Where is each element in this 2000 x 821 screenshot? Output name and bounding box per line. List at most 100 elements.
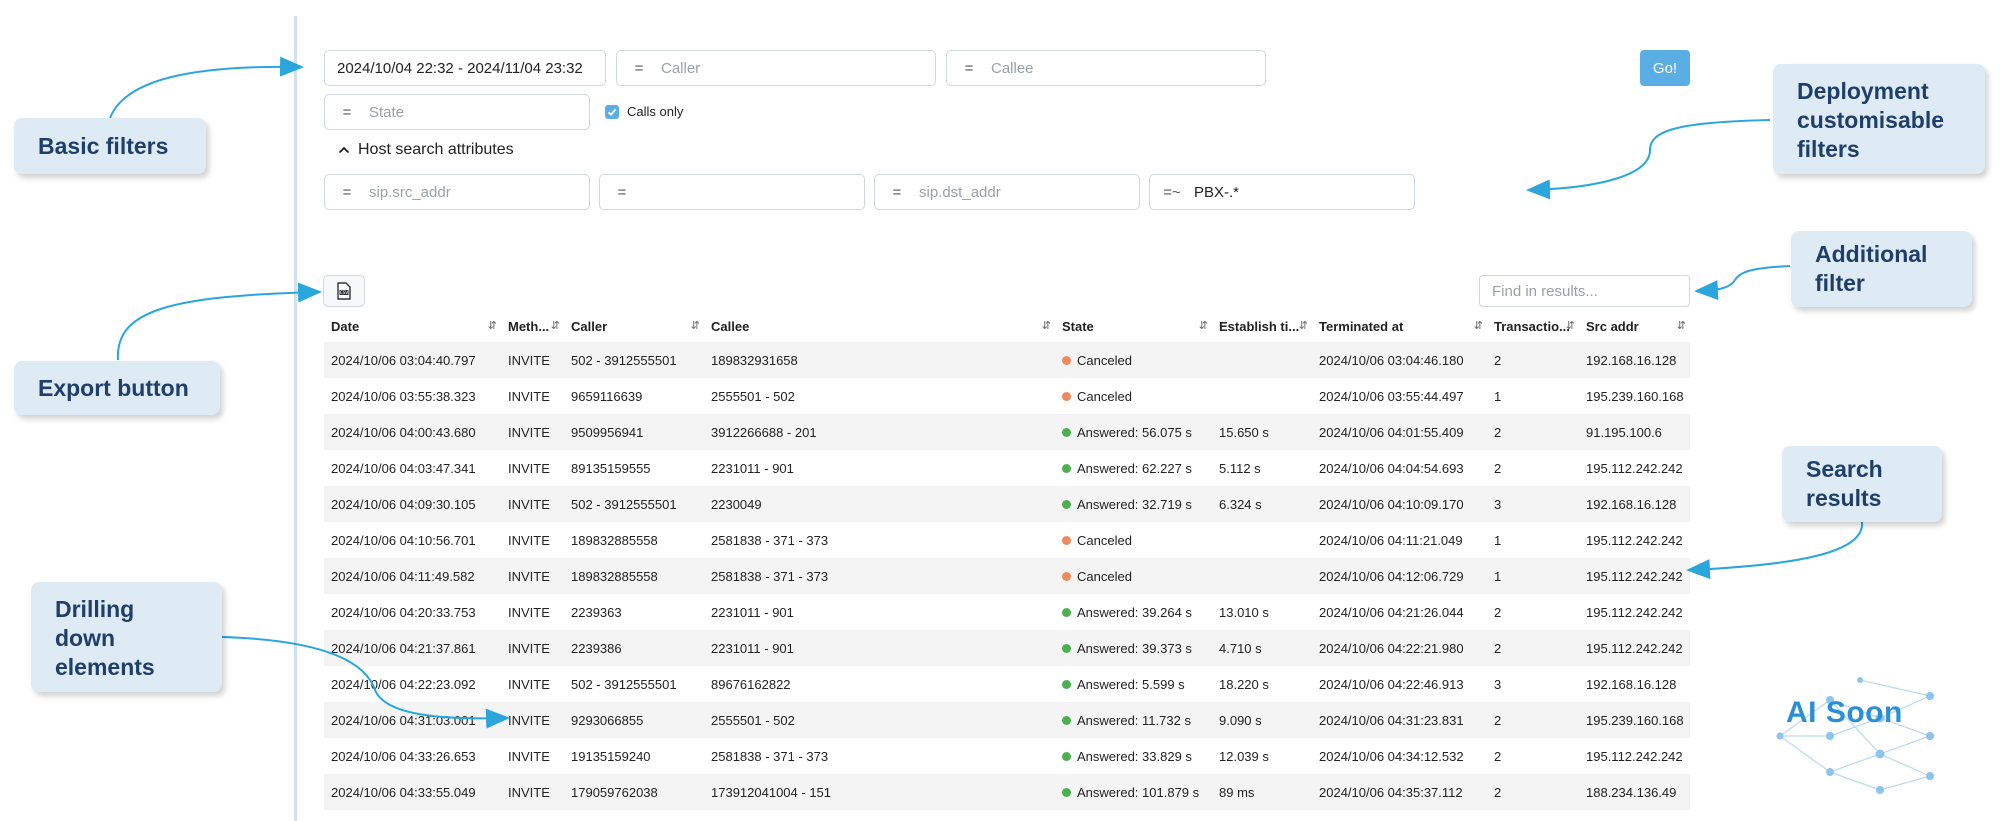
cell-method[interactable]: INVITE (501, 713, 564, 728)
cell-state[interactable]: Canceled (1055, 389, 1212, 404)
sort-icon[interactable]: ⇵ (1677, 319, 1686, 332)
caller-filter[interactable]: = Caller (616, 50, 936, 86)
cell-method[interactable]: INVITE (501, 605, 564, 620)
cell-transactions[interactable]: 2 (1487, 353, 1579, 368)
cell-callee[interactable]: 89676162822 (704, 677, 1055, 692)
cell-method[interactable]: INVITE (501, 785, 564, 800)
callee-filter[interactable]: = Callee (946, 50, 1266, 86)
cell-src-addr[interactable]: 195.112.242.242 (1579, 461, 1690, 476)
cell-terminated[interactable]: 2024/10/06 04:34:12.532 (1312, 749, 1487, 764)
host-field-2[interactable]: = (599, 174, 865, 210)
cell-callee[interactable]: 173912041004 - 151 (704, 785, 1055, 800)
cell-establish[interactable]: 18.220 s (1212, 677, 1312, 692)
cell-state[interactable]: Canceled (1055, 533, 1212, 548)
cell-callee[interactable]: 2231011 - 901 (704, 461, 1055, 476)
cell-src-addr[interactable]: 192.168.16.128 (1579, 497, 1690, 512)
cell-date[interactable]: 2024/10/06 04:22:23.092 (324, 677, 501, 692)
cell-method[interactable]: INVITE (501, 749, 564, 764)
cell-src-addr[interactable]: 195.112.242.242 (1579, 533, 1690, 548)
caller-operator[interactable]: = (617, 60, 661, 77)
cell-callee[interactable]: 2555501 - 502 (704, 713, 1055, 728)
host-field-operator[interactable]: = (875, 184, 919, 201)
cell-method[interactable]: INVITE (501, 569, 564, 584)
sort-icon[interactable]: ⇵ (1042, 319, 1051, 332)
cell-caller[interactable]: 502 - 3912555501 (564, 497, 704, 512)
cell-caller[interactable]: 2239363 (564, 605, 704, 620)
cell-date[interactable]: 2024/10/06 04:11:49.582 (324, 569, 501, 584)
cell-callee[interactable]: 2581838 - 371 - 373 (704, 749, 1055, 764)
cell-terminated[interactable]: 2024/10/06 04:12:06.729 (1312, 569, 1487, 584)
cell-method[interactable]: INVITE (501, 425, 564, 440)
cell-src-addr[interactable]: 195.239.160.168 (1579, 713, 1690, 728)
cell-method[interactable]: INVITE (501, 461, 564, 476)
cell-caller[interactable]: 189832885558 (564, 569, 704, 584)
table-row[interactable]: 2024/10/06 04:33:26.653 INVITE 19135159240… (324, 738, 1690, 774)
sort-icon[interactable]: ⇵ (551, 319, 560, 332)
cell-terminated[interactable]: 2024/10/06 04:22:21.980 (1312, 641, 1487, 656)
host-field-operator[interactable]: = (325, 184, 369, 201)
callee-operator[interactable]: = (947, 60, 991, 77)
cell-transactions[interactable]: 3 (1487, 497, 1579, 512)
cell-src-addr[interactable]: 195.112.242.242 (1579, 641, 1690, 656)
sort-icon[interactable]: ⇵ (1299, 319, 1308, 332)
table-row[interactable]: 2024/10/06 04:22:23.092 INVITE 502 - 39125… (324, 666, 1690, 702)
cell-state[interactable]: Answered: 39.373 s (1055, 641, 1212, 656)
cell-caller[interactable]: 179059762038 (564, 785, 704, 800)
cell-caller[interactable]: 189832885558 (564, 533, 704, 548)
column-header[interactable]: Transactio... ⇵ (1487, 319, 1579, 334)
cell-state[interactable]: Answered: 101.879 s (1055, 785, 1212, 800)
cell-terminated[interactable]: 2024/10/06 04:10:09.170 (1312, 497, 1487, 512)
cell-src-addr[interactable]: 195.239.160.168 (1579, 389, 1690, 404)
cell-state[interactable]: Answered: 39.264 s (1055, 605, 1212, 620)
cell-caller[interactable]: 9509956941 (564, 425, 704, 440)
cell-caller[interactable]: 19135159240 (564, 749, 704, 764)
cell-state[interactable]: Answered: 32.719 s (1055, 497, 1212, 512)
cell-transactions[interactable]: 1 (1487, 569, 1579, 584)
cell-transactions[interactable]: 1 (1487, 533, 1579, 548)
host-field-dst-addr[interactable]: = sip.dst_addr (874, 174, 1140, 210)
column-header[interactable]: Date ⇵ (324, 319, 501, 334)
sort-icon[interactable]: ⇵ (691, 319, 700, 332)
calls-only-toggle[interactable]: Calls only (605, 104, 683, 119)
cell-caller[interactable]: 502 - 3912555501 (564, 677, 704, 692)
cell-method[interactable]: INVITE (501, 533, 564, 548)
cell-state[interactable]: Canceled (1055, 569, 1212, 584)
table-row[interactable]: 2024/10/06 04:11:49.582 INVITE 18983288555… (324, 558, 1690, 594)
cell-date[interactable]: 2024/10/06 04:31:03.001 (324, 713, 501, 728)
cell-date[interactable]: 2024/10/06 04:20:33.753 (324, 605, 501, 620)
cell-transactions[interactable]: 2 (1487, 641, 1579, 656)
go-button[interactable]: Go! (1640, 50, 1690, 86)
cell-terminated[interactable]: 2024/10/06 04:21:26.044 (1312, 605, 1487, 620)
cell-method[interactable]: INVITE (501, 389, 564, 404)
table-row[interactable]: 2024/10/06 04:33:55.049 INVITE 17905976203… (324, 774, 1690, 810)
column-header[interactable]: Terminated at ⇵ (1312, 319, 1487, 334)
cell-establish[interactable]: 9.090 s (1212, 713, 1312, 728)
cell-transactions[interactable]: 2 (1487, 785, 1579, 800)
cell-callee[interactable]: 2555501 - 502 (704, 389, 1055, 404)
cell-src-addr[interactable]: 188.234.136.49 (1579, 785, 1690, 800)
cell-terminated[interactable]: 2024/10/06 04:31:23.831 (1312, 713, 1487, 728)
cell-date[interactable]: 2024/10/06 03:55:38.323 (324, 389, 501, 404)
cell-date[interactable]: 2024/10/06 03:04:40.797 (324, 353, 501, 368)
cell-transactions[interactable]: 2 (1487, 713, 1579, 728)
sort-icon[interactable]: ⇵ (1474, 319, 1483, 332)
cell-transactions[interactable]: 1 (1487, 389, 1579, 404)
cell-establish[interactable]: 89 ms (1212, 785, 1312, 800)
table-row[interactable]: 2024/10/06 04:20:33.753 INVITE 2239363 2231… (324, 594, 1690, 630)
table-row[interactable]: 2024/10/06 03:04:40.797 INVITE 502 - 39125… (324, 342, 1690, 378)
cell-state[interactable]: Answered: 33.829 s (1055, 749, 1212, 764)
export-button[interactable]: CSV (323, 275, 365, 307)
cell-caller[interactable]: 9659116639 (564, 389, 704, 404)
sort-icon[interactable]: ⇵ (488, 319, 497, 332)
cell-terminated[interactable]: 2024/10/06 04:22:46.913 (1312, 677, 1487, 692)
cell-state[interactable]: Answered: 62.227 s (1055, 461, 1212, 476)
cell-src-addr[interactable]: 195.112.242.242 (1579, 569, 1690, 584)
column-header[interactable]: Meth... ⇵ (501, 319, 564, 334)
host-field-operator[interactable]: = (600, 184, 644, 201)
cell-terminated[interactable]: 2024/10/06 04:11:21.049 (1312, 533, 1487, 548)
cell-establish[interactable]: 6.324 s (1212, 497, 1312, 512)
cell-callee[interactable]: 2231011 - 901 (704, 605, 1055, 620)
cell-state[interactable]: Canceled (1055, 353, 1212, 368)
table-row[interactable]: 2024/10/06 04:03:47.341 INVITE 89135159555… (324, 450, 1690, 486)
cell-caller[interactable]: 9293066855 (564, 713, 704, 728)
